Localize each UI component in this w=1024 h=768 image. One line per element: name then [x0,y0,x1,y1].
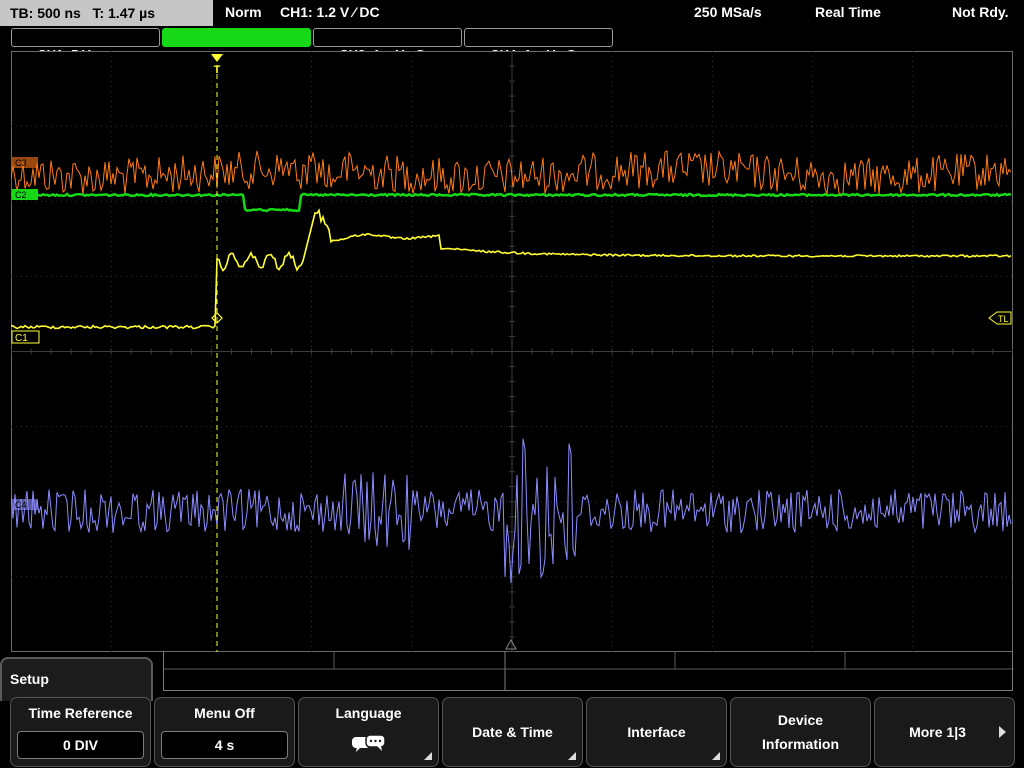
interface-label: Interface [627,724,686,740]
menu-off-label: Menu Off [194,705,255,721]
svg-text:C1: C1 [15,333,28,344]
date-time-label: Date & Time [472,724,553,740]
channel-tab-ch2[interactable]: CH2: 20 mV≃Ω [162,28,311,62]
horizontal-center-marker [505,638,517,650]
ch1-waveform [11,208,1012,330]
date-time-softkey[interactable]: Date & Time [442,697,583,767]
time-reference-value: 0 DIV [17,731,144,759]
ch1-level-marker: C1 [11,330,40,344]
info-strip [163,651,1014,691]
device-info-line1: Device [777,712,824,728]
trigger-marker-label: T [214,64,221,76]
svg-text:C2: C2 [15,190,27,200]
next-page-arrow-icon [999,726,1006,738]
speech-bubbles-icon [351,734,386,752]
trigger-mode[interactable]: Norm [225,0,262,26]
timebase-readout[interactable]: TB: 500 ns T: 1.47 µs [0,0,213,26]
ch3-waveform [11,149,1012,195]
language-label: Language [335,705,402,721]
svg-text:TL: TL [998,314,1009,324]
ch4-waveform [11,438,1012,583]
menu-off-softkey[interactable]: Menu Off 4 s [154,697,295,767]
more-softkey[interactable]: More 1|3 [874,697,1015,767]
svg-text:C3: C3 [15,158,27,168]
trigger-level-marker: TL [988,311,1012,325]
menu-off-value: 4 s [161,731,288,759]
language-softkey[interactable]: Language [298,697,439,767]
ch2-level-marker: C2 [12,189,38,200]
menu-title: Setup [0,657,153,701]
device-info-line2: Information [762,736,839,752]
channel-tab-ch3[interactable]: CH3: 1 mV≃Ω [313,28,462,62]
ch4-level-marker: C4 [12,499,38,510]
submenu-indicator-icon [712,752,720,760]
acquisition-state: Not Rdy. [952,4,1009,20]
device-information-softkey[interactable]: Device Information [730,697,871,767]
more-label: More 1|3 [909,724,966,740]
sample-rate-readout: 250 MSa/s [694,4,762,20]
time-reference-label: Time Reference [28,705,133,721]
trigger-source-readout[interactable]: CH1: 1.2 V ⁄ DC [280,0,380,26]
status-bar: TB: 500 ns T: 1.47 µs Norm CH1: 1.2 V ⁄ … [0,0,1024,26]
waveform-canvas[interactable]: T C1 C2 C3 C4 TL [11,51,1013,652]
ch3-level-marker: C3 [12,157,38,168]
time-reference-softkey[interactable]: Time Reference 0 DIV [10,697,151,767]
submenu-indicator-icon [568,752,576,760]
channel-tab-ch4[interactable]: CH4: 1 mV≃Ω [464,28,613,62]
waveform-display[interactable]: T C1 C2 C3 C4 TL [11,51,1013,652]
ch2-waveform [11,192,1012,213]
submenu-indicator-icon [424,752,432,760]
acquisition-mode-readout: Real Time [815,4,881,20]
svg-text:C4: C4 [15,500,27,510]
channel-tab-ch1[interactable]: CH1: 5 V≃ [11,28,160,62]
interface-softkey[interactable]: Interface [586,697,727,767]
trigger-position-marker: T [211,54,223,76]
